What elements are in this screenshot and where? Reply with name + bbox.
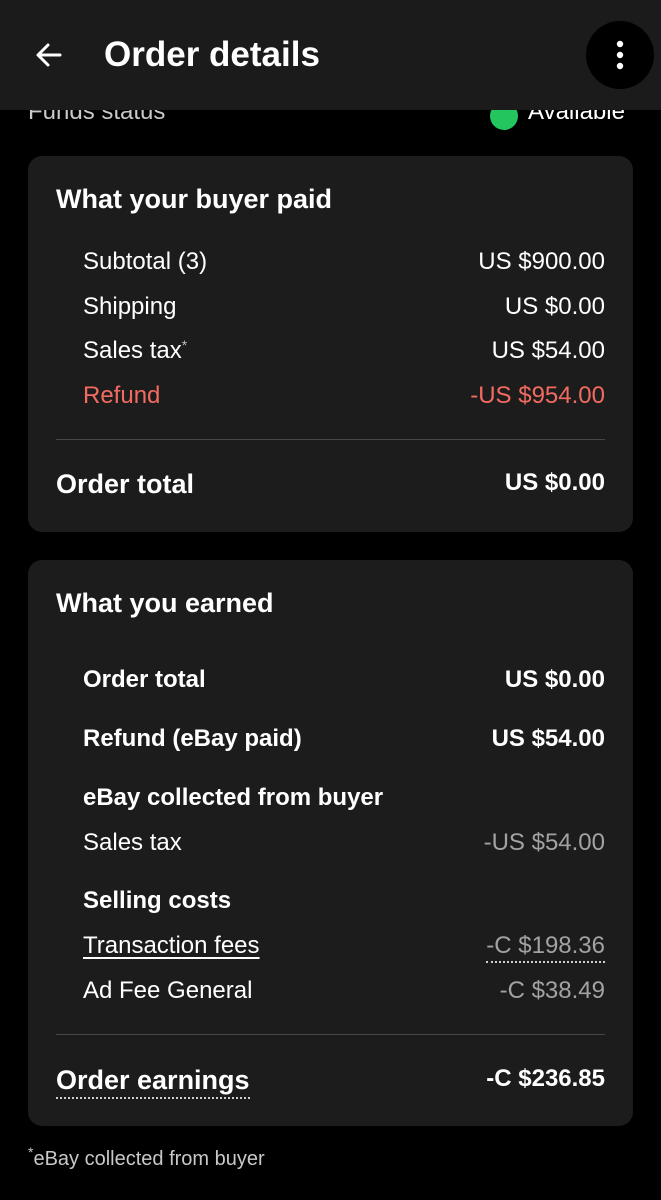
sales-tax-label: Sales tax — [83, 337, 182, 364]
transaction-fees-link[interactable]: Transaction fees — [83, 931, 260, 961]
footnote-marker: * — [181, 337, 188, 353]
earned-order-total-label: Order total — [83, 666, 206, 693]
earned-order-total-value: US $0.00 — [504, 666, 605, 693]
divider — [56, 439, 605, 440]
earnings-title: What you earned — [56, 588, 274, 618]
selling-costs-heading: Selling costs — [83, 887, 232, 914]
shipping-value: US $0.00 — [504, 293, 605, 320]
earned-sales-tax-value: -US $54.00 — [483, 829, 605, 856]
arrow-left-icon — [36, 43, 62, 67]
buyer-paid-title: What your buyer paid — [56, 184, 333, 214]
footnote-text: eBay collected from buyer — [33, 1148, 265, 1170]
sales-tax-row-label: Sales tax* — [83, 336, 187, 366]
transaction-fees-value-wrap: -C $198.36 — [486, 931, 605, 963]
order-earnings-value: -C $236.85 — [486, 1065, 605, 1092]
order-total-label: Order total — [56, 469, 195, 499]
footnote-asterisk: * — [28, 1144, 34, 1160]
refund-value: -US $954.00 — [470, 382, 605, 409]
earned-sales-tax-label: Sales tax — [83, 829, 182, 856]
refund-ebay-paid-label: Refund (eBay paid) — [83, 725, 302, 752]
buyer-paid-card: What your buyer paid Subtotal (3) US $90… — [28, 156, 633, 532]
transaction-fees-value[interactable]: -C $198.36 — [486, 932, 605, 963]
ad-fee-label: Ad Fee General — [83, 977, 253, 1004]
ebay-collected-heading: eBay collected from buyer — [83, 784, 384, 811]
back-button[interactable] — [24, 30, 74, 80]
more-options-button[interactable] — [586, 21, 654, 89]
subtotal-label: Subtotal (3) — [83, 248, 208, 275]
earnings-card: What you earned Order total US $0.00 Ref… — [28, 560, 633, 1126]
ad-fee-value: -C $38.49 — [499, 977, 605, 1004]
top-app-bar: Order details — [0, 0, 661, 110]
more-vertical-icon — [616, 40, 624, 70]
order-earnings-label-wrap: Order earnings — [56, 1065, 250, 1099]
refund-label: Refund — [83, 382, 161, 409]
order-earnings-label[interactable]: Order earnings — [56, 1065, 250, 1099]
page-title: Order details — [104, 35, 320, 74]
footnote: *eBay collected from buyer — [28, 1144, 265, 1171]
order-total-value: US $0.00 — [504, 469, 605, 496]
shipping-label: Shipping — [83, 293, 177, 320]
refund-ebay-paid-value: US $54.00 — [491, 725, 605, 752]
sales-tax-value: US $54.00 — [491, 337, 605, 364]
subtotal-value: US $900.00 — [478, 248, 605, 275]
divider — [56, 1034, 605, 1035]
